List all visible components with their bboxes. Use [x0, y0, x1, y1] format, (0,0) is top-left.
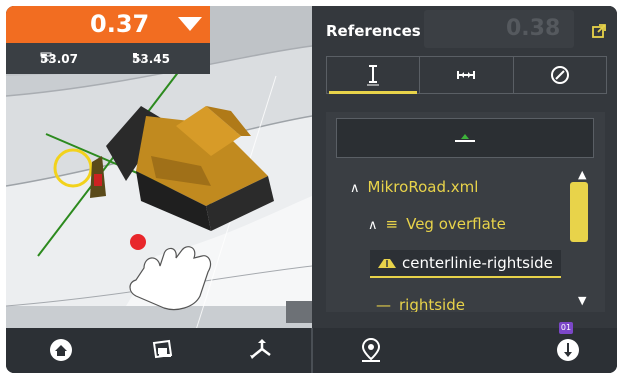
- reference-tabs: [326, 56, 607, 94]
- depth-readout[interactable]: 0.37 53.07 53.45: [6, 6, 210, 74]
- surface-button[interactable]: [336, 118, 594, 158]
- tree-item-line-label: rightside: [399, 296, 465, 312]
- ghost-value: 0.38: [506, 16, 561, 41]
- layers-icon: ≡: [385, 215, 399, 233]
- axes-icon: [250, 339, 271, 359]
- right-blade-icon: [133, 53, 143, 61]
- depth-probe-button[interactable]: [551, 334, 585, 366]
- horizontal-offset-icon: [457, 71, 476, 79]
- toolbar-divider: [311, 328, 313, 373]
- tree-item-selected-label: centerlinie-rightside: [402, 254, 553, 272]
- bottom-toolbar: [6, 328, 617, 373]
- location-pin-icon: [361, 337, 381, 362]
- tab-compass[interactable]: [514, 57, 606, 93]
- tree-item-group[interactable]: ∧ ≡ Veg overflate: [368, 215, 506, 233]
- tree-item-line[interactable]: — rightside: [376, 296, 465, 312]
- device-badge: 01: [559, 322, 573, 334]
- reference-list[interactable]: ∧ MikroRoad.xml ∧ ≡ Veg overflate centerlin…: [326, 112, 605, 312]
- panel-title: References: [326, 22, 421, 40]
- chevron-up-icon: ∧: [368, 218, 378, 233]
- machine-view-button[interactable]: [146, 334, 180, 366]
- left-blade-icon: [40, 52, 52, 61]
- location-button[interactable]: [354, 334, 388, 366]
- tab-horizontal[interactable]: [420, 57, 514, 93]
- home-button[interactable]: [44, 334, 78, 366]
- tree-item-selected[interactable]: centerlinie-rightside: [370, 250, 561, 278]
- scrollbar-thumb[interactable]: [570, 182, 588, 242]
- depth-main: 0.37: [6, 6, 210, 43]
- vertical-offset-icon: [367, 65, 380, 86]
- scroll-up-icon[interactable]: ▲: [578, 168, 586, 181]
- axes-button[interactable]: [244, 334, 278, 366]
- scroll-down-icon[interactable]: ▼: [578, 294, 586, 307]
- chevron-up-icon: ∧: [350, 181, 360, 196]
- depth-probe-icon: [557, 339, 579, 361]
- machine-3d-view[interactable]: 0.37 53.07 53.45: [6, 6, 312, 330]
- cut-direction-icon: [178, 17, 202, 31]
- line-icon: —: [376, 296, 391, 312]
- tab-vertical[interactable]: [327, 57, 421, 94]
- references-panel: 0.38 References ∧ MikroRoad.xml ∧ ≡ Veg ove…: [312, 6, 617, 328]
- open-external-icon[interactable]: [592, 24, 606, 38]
- surface-icon: [455, 134, 475, 142]
- compass-icon: [550, 66, 569, 84]
- road-surface-icon: [378, 259, 396, 268]
- left-elevation: 53.07: [40, 52, 78, 66]
- tree-item-file-label: MikroRoad.xml: [367, 178, 479, 196]
- depth-value: 0.37: [90, 10, 150, 38]
- home-icon: [50, 339, 72, 361]
- tree-item-group-label: Veg overflate: [406, 215, 506, 233]
- right-elevation: 53.45: [132, 52, 170, 66]
- ghost-readout: 0.38: [424, 10, 574, 48]
- tree-item-file[interactable]: ∧ MikroRoad.xml: [350, 178, 478, 196]
- device-screen: 0.37 53.07 53.45 0.38 References ∧ Mikro…: [6, 6, 617, 373]
- machine-view-icon: [152, 339, 173, 359]
